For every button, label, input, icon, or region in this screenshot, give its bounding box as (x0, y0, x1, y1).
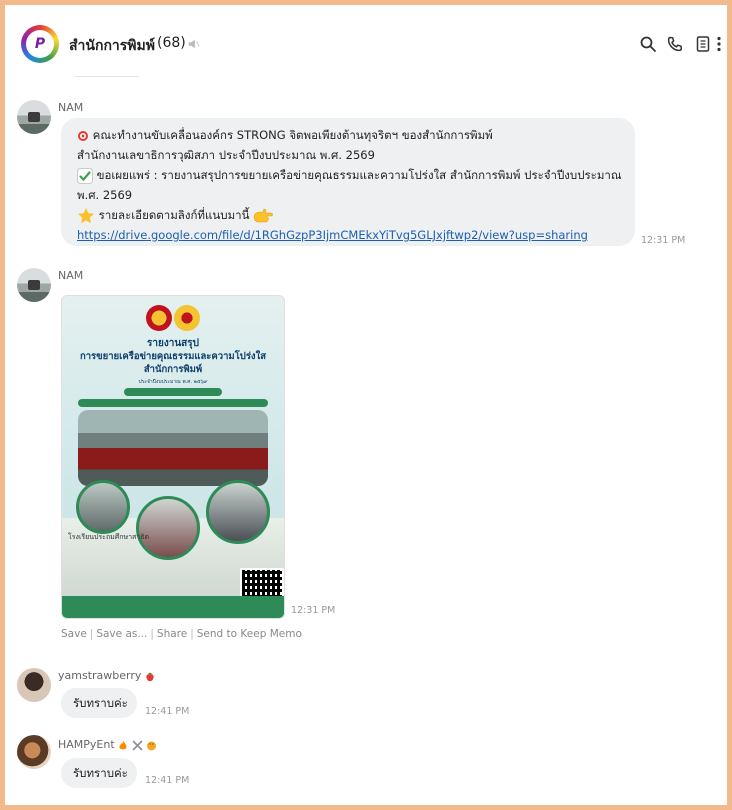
send-to-keep-memo-button[interactable]: Send to Keep Memo (197, 628, 302, 640)
save-as-button[interactable]: Save as... (96, 628, 147, 640)
check-mark-icon (77, 167, 93, 184)
sender-name-text: yamstrawberry (58, 669, 142, 682)
image-actions: Save | Save as... | Share | Send to Keep Memo (61, 628, 302, 640)
flame-icon (119, 740, 127, 749)
search-icon[interactable] (639, 35, 657, 53)
strawberry-icon (146, 672, 154, 681)
message-text: รับทราบค่ะ (73, 696, 128, 710)
sender-name: NAM (58, 269, 84, 282)
save-button[interactable]: Save (61, 628, 87, 640)
message-text: รายละเอียดตามลิงก์ที่แนบมานี้ (98, 208, 250, 222)
tiger-icon (147, 741, 157, 750)
pointing-hand-icon (253, 208, 273, 222)
poster-band (124, 388, 222, 396)
message-text: คณะทำงานขับเคลื่อนองค์กร STRONG จิตพอเพี… (92, 128, 493, 142)
message-text: พ.ศ. 2569 (77, 188, 133, 202)
header-divider (75, 76, 139, 77)
message-line: คณะทำงานขับเคลื่อนองค์กร STRONG จิตพอเพี… (77, 125, 493, 145)
photo-circle (136, 496, 200, 560)
poster-footer (62, 596, 284, 618)
sender-name: HAMPyEnt (58, 738, 157, 751)
sender-name: NAM (58, 101, 84, 114)
school-sign: โรงเรียนประถมศึกษาสาธิต (68, 533, 150, 541)
chat-title[interactable]: สำนักการพิมพ์ (69, 35, 155, 57)
group-avatar-logo: P (26, 30, 54, 58)
avatar[interactable] (17, 668, 51, 702)
target-icon (78, 130, 88, 141)
more-icon[interactable] (715, 35, 723, 53)
message-time: 12:31 PM (641, 235, 686, 246)
message-bubble: คณะทำงานขับเคลื่อนองค์กร STRONG จิตพอเพี… (61, 118, 635, 246)
mute-icon (188, 39, 200, 49)
message-text: ขอเผยแพร่ : รายงานสรุปการขยายเครือข่ายคุ… (96, 168, 622, 182)
message-bubble: รับทราบค่ะ (61, 758, 137, 788)
phone-icon[interactable] (666, 35, 684, 53)
message-time: 12:41 PM (145, 775, 190, 786)
member-count: (68) (157, 35, 186, 51)
chat-header: P สำนักการพิมพ์ (68) (5, 5, 727, 83)
poster-image[interactable]: รายงานสรุป การขยายเครือข่ายคุณธรรมและควา… (61, 295, 285, 619)
message-text: สำนักงานเลขาธิการวุฒิสภา ประจำปีงบประมาณ… (77, 148, 375, 162)
chat-window: P สำนักการพิมพ์ (68) NAM คณะทำงานขับเคลื… (5, 5, 727, 805)
message-line: รายละเอียดตามลิงก์ที่แนบมานี้ (77, 205, 273, 225)
avatar[interactable] (17, 100, 51, 134)
avatar[interactable] (17, 735, 51, 769)
photo-circle (206, 480, 270, 544)
avatar[interactable] (17, 268, 51, 302)
group-photo (78, 410, 268, 486)
message-time: 12:31 PM (291, 605, 336, 616)
group-avatar[interactable]: P (21, 25, 59, 63)
poster-band (78, 399, 268, 407)
poster-title-line3: สำนักการพิมพ์ (143, 364, 203, 375)
senate-seal-icon (146, 305, 172, 331)
photo-circle (76, 480, 130, 534)
share-button[interactable]: Share (157, 628, 187, 640)
message-time: 12:41 PM (145, 706, 190, 717)
star-icon (78, 207, 94, 223)
sender-name: yamstrawberry (58, 669, 155, 682)
drive-link[interactable]: https://drive.google.com/file/d/1RGhGzpP… (77, 225, 588, 245)
notes-icon[interactable] (694, 35, 712, 53)
message-line: ขอเผยแพร่ : รายงานสรุปการขยายเครือข่ายคุ… (77, 165, 622, 185)
sender-name-text: HAMPyEnt (58, 738, 115, 751)
strong-logo-icon (174, 305, 200, 331)
message-text: รับทราบค่ะ (73, 766, 128, 780)
poster-subtitle: ประจำปีงบประมาณ พ.ศ. ๒๕๖๙ (138, 379, 208, 385)
crossed-swords-icon (132, 739, 143, 751)
message-bubble: รับทราบค่ะ (61, 688, 137, 718)
